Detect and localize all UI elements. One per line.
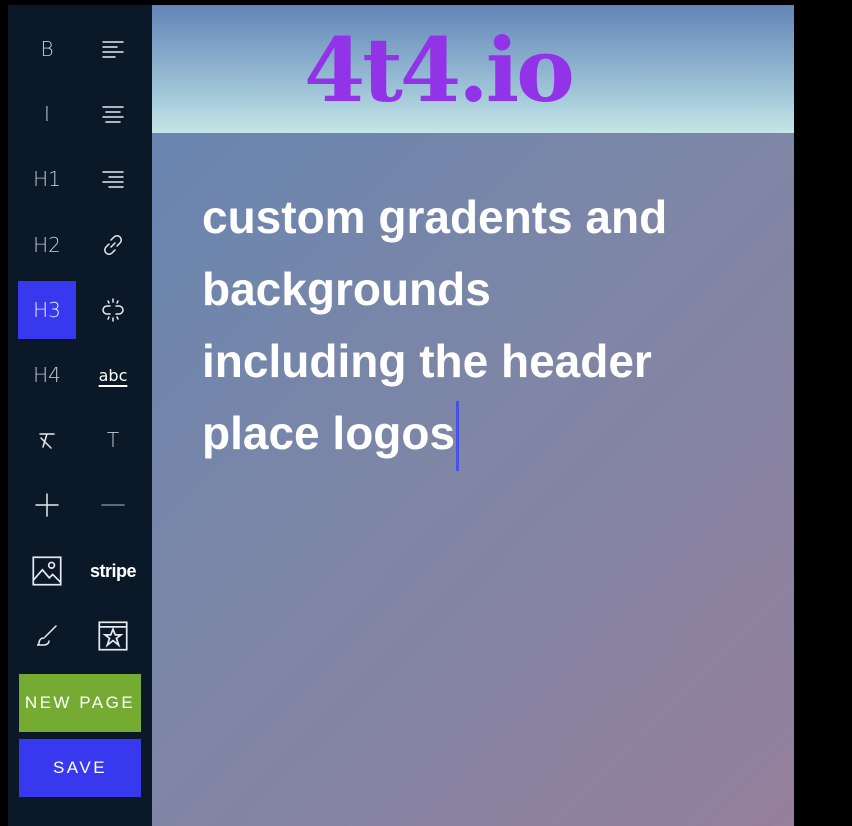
content-line-last: place logos xyxy=(202,397,762,471)
divider-button[interactable] xyxy=(84,476,142,534)
heading3-icon: H3 xyxy=(33,298,61,322)
content-line: including the header xyxy=(202,335,652,387)
add-button[interactable] xyxy=(18,476,76,534)
content-line: backgrounds xyxy=(202,263,491,315)
heading4-button[interactable]: H4 xyxy=(18,346,76,404)
favicon-button[interactable] xyxy=(84,607,142,665)
italic-icon: I xyxy=(44,102,50,126)
italic-button[interactable]: I xyxy=(18,85,76,143)
text-cursor xyxy=(456,401,460,471)
page-canvas: 4t4.io custom gradents and backgrounds i… xyxy=(152,5,794,826)
content-editor[interactable]: custom gradents and backgrounds includin… xyxy=(202,181,762,471)
text-button[interactable]: T xyxy=(84,411,142,469)
content-line: custom gradents and xyxy=(202,191,668,243)
align-left-icon xyxy=(102,41,124,58)
link-button[interactable] xyxy=(84,216,142,274)
content-line-text: place logos xyxy=(202,407,456,459)
save-button[interactable]: SAVE xyxy=(19,739,141,797)
align-left-button[interactable] xyxy=(84,20,142,78)
align-right-icon xyxy=(102,171,124,188)
align-center-icon xyxy=(102,106,124,123)
clear-format-button[interactable] xyxy=(18,411,76,469)
strikethrough-icon: abc xyxy=(98,365,128,385)
unlink-button[interactable] xyxy=(84,281,142,339)
heading3-button[interactable]: H3 xyxy=(18,281,76,339)
heading1-button[interactable]: H1 xyxy=(18,150,76,208)
site-logo[interactable]: 4t4.io xyxy=(304,15,575,125)
bold-button[interactable]: B xyxy=(18,20,76,78)
image-button[interactable] xyxy=(18,542,76,600)
minus-icon xyxy=(101,504,125,506)
background-button[interactable] xyxy=(18,607,76,665)
heading2-icon: H2 xyxy=(33,233,61,257)
browser-star-icon xyxy=(98,621,128,651)
image-icon xyxy=(32,556,62,586)
heading4-icon: H4 xyxy=(33,363,61,387)
clear-format-icon xyxy=(39,433,55,449)
editor-toolbar: B I H1 H2 H3 H4 abc T stripe NEW PAGE SA… xyxy=(8,5,152,826)
new-page-button[interactable]: NEW PAGE xyxy=(19,674,141,732)
unlink-icon xyxy=(102,298,124,322)
stripe-button[interactable]: stripe xyxy=(84,542,142,600)
align-right-button[interactable] xyxy=(84,150,142,208)
bold-icon: B xyxy=(40,37,54,61)
stripe-icon: stripe xyxy=(89,560,137,581)
page-header[interactable]: 4t4.io xyxy=(152,5,794,133)
strikethrough-button[interactable]: abc xyxy=(84,346,142,404)
heading2-button[interactable]: H2 xyxy=(18,216,76,274)
plus-icon xyxy=(35,493,59,517)
align-center-button[interactable] xyxy=(84,85,142,143)
text-icon: T xyxy=(106,428,120,452)
paint-brush-icon xyxy=(36,625,57,646)
heading1-icon: H1 xyxy=(33,167,61,191)
link-icon xyxy=(104,235,122,255)
